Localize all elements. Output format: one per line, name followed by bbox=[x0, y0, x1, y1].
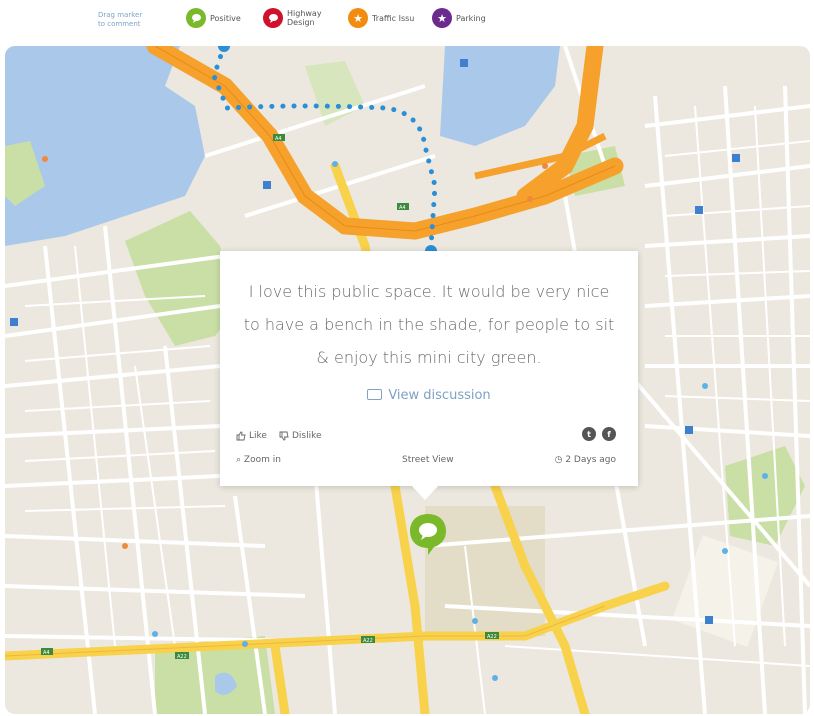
road-label: A22 bbox=[363, 638, 373, 644]
thumbs-down-icon bbox=[279, 431, 289, 441]
view-discussion-link[interactable]: View discussion bbox=[220, 388, 638, 403]
transit-icon bbox=[705, 616, 713, 624]
poi-icon bbox=[492, 675, 498, 681]
poi-icon bbox=[152, 631, 158, 637]
vote-actions: Like Dislike bbox=[236, 431, 322, 441]
zoom-in-button[interactable]: ⌕ Zoom in bbox=[236, 455, 281, 465]
dislike-button[interactable]: Dislike bbox=[279, 431, 322, 441]
poi-icon bbox=[472, 618, 478, 624]
thumbs-up-icon bbox=[236, 431, 246, 441]
poi-icon bbox=[42, 156, 48, 162]
drag-hint: Drag marker to comment bbox=[98, 11, 143, 28]
speech-bubble-icon bbox=[410, 514, 446, 555]
time-ago: 2 Days ago bbox=[565, 455, 616, 465]
clock-icon: ◷ bbox=[554, 455, 563, 465]
share-buttons: t f bbox=[582, 427, 616, 441]
transit-icon bbox=[685, 426, 693, 434]
road-label: A4 bbox=[43, 650, 50, 656]
transit-icon bbox=[263, 181, 271, 189]
transit-icon bbox=[10, 318, 18, 326]
comment-text: I love this public space. It would be ve… bbox=[243, 282, 615, 367]
poi-icon bbox=[332, 161, 338, 167]
poi-icon bbox=[527, 196, 533, 202]
poi-icon bbox=[242, 641, 248, 647]
star-icon: ★ bbox=[348, 8, 368, 28]
view-discussion-label: View discussion bbox=[388, 388, 491, 403]
zoom-in-label: Zoom in bbox=[243, 455, 281, 465]
road-label: A22 bbox=[487, 634, 497, 640]
poi-icon bbox=[722, 548, 728, 554]
legend-label: Positive bbox=[210, 13, 241, 23]
positive-comment-marker[interactable] bbox=[408, 512, 448, 556]
timestamp: ◷ 2 Days ago bbox=[555, 455, 616, 465]
dislike-label: Dislike bbox=[291, 431, 322, 441]
legend-item-traffic-issue[interactable]: ★ Traffic Issu bbox=[348, 8, 414, 28]
legend-item-highway-design[interactable]: Highway Design bbox=[263, 8, 322, 28]
like-button[interactable]: Like bbox=[236, 431, 267, 441]
speech-bubble-icon bbox=[263, 8, 283, 28]
twitter-icon[interactable]: t bbox=[582, 427, 596, 441]
road-label: A4 bbox=[399, 205, 406, 211]
facebook-icon[interactable]: f bbox=[602, 427, 616, 441]
marker-legend: Drag marker to comment Positive Highway … bbox=[0, 0, 814, 44]
star-icon: ★ bbox=[432, 8, 452, 28]
popup-pointer bbox=[412, 486, 438, 500]
legend-item-positive[interactable]: Positive bbox=[186, 8, 241, 28]
road-label: A22 bbox=[177, 654, 187, 660]
legend-item-parking[interactable]: ★ Parking bbox=[432, 8, 486, 28]
poi-icon bbox=[542, 163, 548, 169]
transit-icon bbox=[732, 154, 740, 162]
speech-bubble-icon bbox=[186, 8, 206, 28]
legend-label: Traffic Issu bbox=[372, 13, 415, 23]
like-label: Like bbox=[249, 431, 267, 441]
poi-icon bbox=[122, 543, 128, 549]
street-view-button[interactable]: Street View bbox=[402, 455, 454, 465]
road-label: A4 bbox=[275, 136, 282, 142]
comment-popup: I love this public space. It would be ve… bbox=[220, 251, 638, 486]
legend-label: Highway Design bbox=[287, 9, 322, 27]
poi-icon bbox=[702, 383, 708, 389]
transit-icon bbox=[460, 59, 468, 67]
transit-icon bbox=[695, 206, 703, 214]
poi-icon bbox=[762, 473, 768, 479]
discussion-icon bbox=[367, 389, 383, 400]
search-icon: ⌕ bbox=[236, 455, 242, 465]
legend-label: Parking bbox=[456, 13, 486, 23]
